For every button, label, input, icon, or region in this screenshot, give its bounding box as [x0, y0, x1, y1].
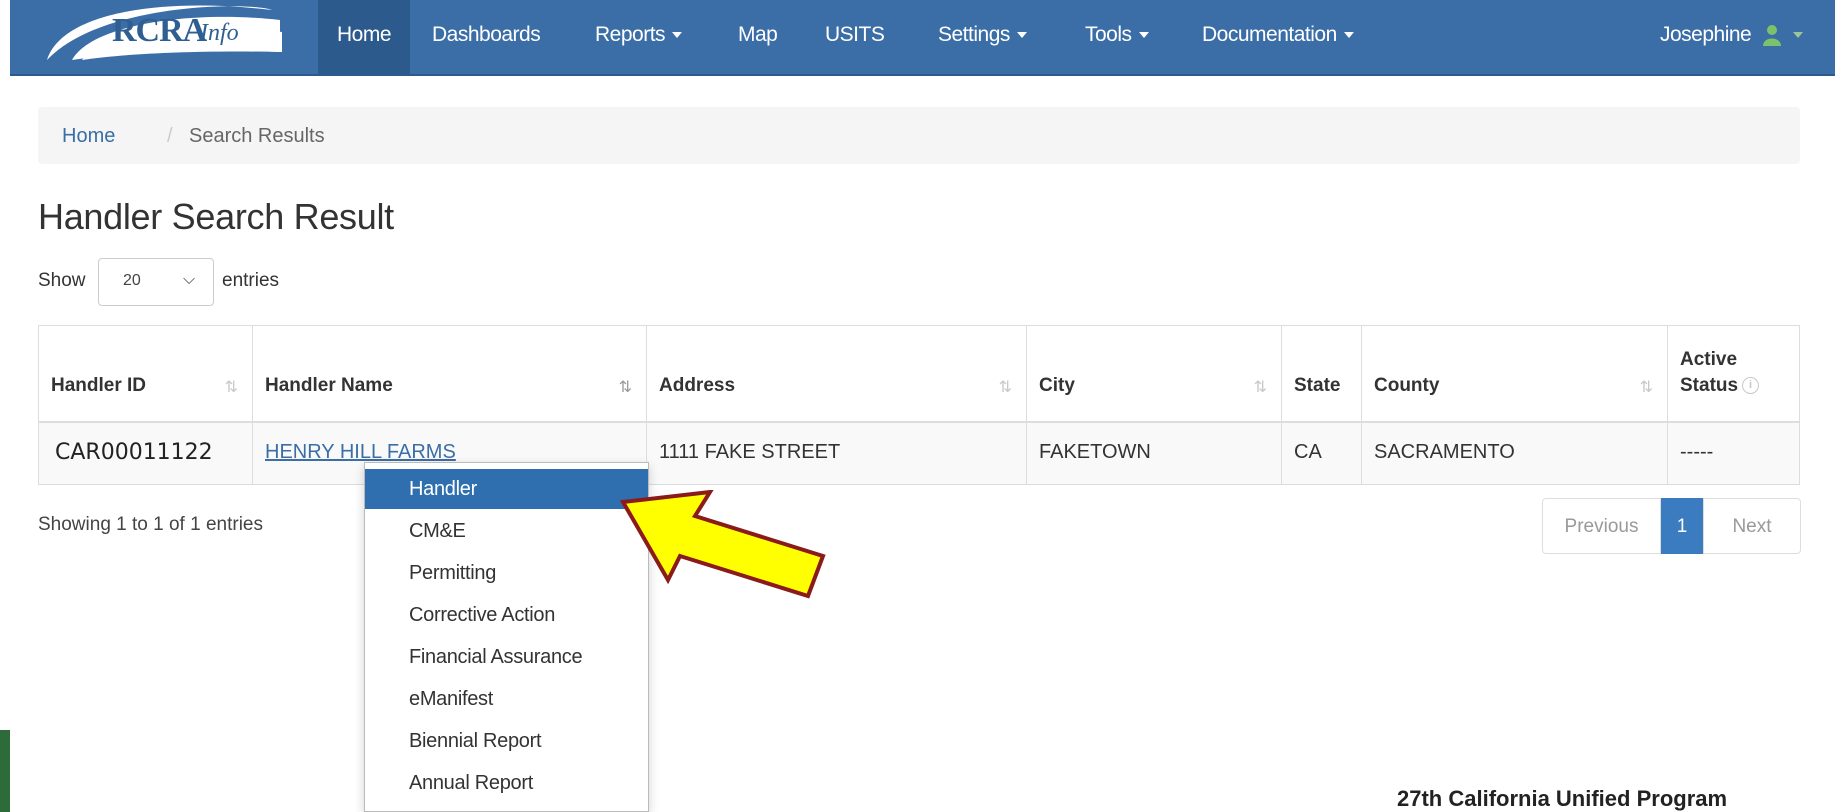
cell-active-status: ----- [1668, 423, 1799, 484]
nav-settings-label: Settings [938, 23, 1010, 46]
handler-results-table: Handler ID ⇅ Handler Name ⇅ Address ⇅ Ci… [38, 325, 1800, 485]
header-line: Status [1680, 375, 1739, 396]
table-info: Showing 1 to 1 of 1 entries [38, 514, 263, 535]
nav-reports[interactable]: Reports [595, 0, 683, 74]
cell-handler-id: CAR00011122 [39, 423, 253, 484]
user-menu[interactable]: Josephine [1660, 0, 1803, 74]
menu-item-financial-assurance[interactable]: Financial Assurance [365, 637, 648, 677]
header-line: Active [1680, 349, 1738, 370]
footer-caption: 27th California Unified Program [1397, 786, 1728, 811]
column-header-state[interactable]: State [1282, 326, 1362, 423]
nav-home[interactable]: Home [318, 0, 410, 74]
chevron-down-icon: ⌵ [183, 271, 196, 288]
nav-map[interactable]: Map [738, 0, 778, 74]
logo-suffix-text: Info [200, 20, 239, 46]
info-icon[interactable]: i [1742, 377, 1760, 395]
menu-item-annual-report[interactable]: Annual Report [365, 763, 648, 803]
column-header-active-status[interactable]: Active Status i [1668, 326, 1799, 423]
column-header-city[interactable]: City ⇅ [1027, 326, 1282, 423]
state-value: CA [1294, 441, 1322, 463]
handler-id-value: CAR00011122 [55, 440, 213, 465]
nav-settings[interactable]: Settings [938, 0, 1027, 74]
chevron-down-icon [1792, 32, 1803, 39]
column-header-handler-name[interactable]: Handler Name ⇅ [253, 326, 647, 423]
user-icon [1762, 25, 1781, 47]
cell-address: 1111 FAKE STREET [647, 423, 1027, 484]
cell-city: FAKETOWN [1027, 423, 1282, 484]
breadcrumb-current: Search Results [189, 125, 325, 147]
active-status-value: ----- [1680, 441, 1714, 463]
column-header-county[interactable]: County ⇅ [1362, 326, 1668, 423]
sort-icon: ⇅ [1639, 379, 1653, 396]
chevron-down-icon [1343, 32, 1354, 39]
sort-icon: ⇅ [1253, 379, 1267, 396]
breadcrumb-separator: / [167, 125, 173, 147]
menu-item-permitting[interactable]: Permitting [365, 553, 648, 593]
cell-state: CA [1282, 423, 1362, 484]
column-header-label: City [1039, 375, 1075, 396]
nav-usits[interactable]: USITS [825, 0, 885, 74]
next-page-button[interactable]: Next [1703, 498, 1801, 554]
chevron-down-icon [1016, 32, 1027, 39]
entries-select-value: 20 [123, 272, 141, 289]
city-value: FAKETOWN [1039, 441, 1151, 463]
menu-item-handler[interactable]: Handler [365, 469, 648, 509]
handler-context-menu: Handler CM&E Permitting Corrective Actio… [364, 462, 649, 812]
menu-item-corrective-action[interactable]: Corrective Action [365, 595, 648, 635]
breadcrumb: Home / Search Results [38, 107, 1800, 164]
previous-page-button[interactable]: Previous [1542, 498, 1661, 554]
top-navbar: RCRA Info Home Dashboards Reports Map US… [10, 0, 1835, 76]
entries-per-page-select[interactable]: 20 ⌵ [98, 258, 214, 306]
nav-usits-label: USITS [825, 23, 885, 46]
slide-accent-bar [0, 730, 10, 812]
county-value: SACRAMENTO [1374, 441, 1515, 463]
entries-label: entries [222, 270, 280, 291]
nav-dashboards-label: Dashboards [432, 23, 541, 46]
cell-county: SACRAMENTO [1362, 423, 1668, 484]
menu-item-emanifest[interactable]: eManifest [365, 679, 648, 719]
menu-item-cme[interactable]: CM&E [365, 511, 648, 551]
column-header-label: Active Status i [1680, 347, 1760, 399]
column-header-label: Handler Name [265, 375, 393, 396]
column-header-address[interactable]: Address ⇅ [647, 326, 1027, 423]
chevron-down-icon [1138, 32, 1149, 39]
column-header-label: Address [659, 375, 736, 396]
column-header-label: County [1374, 375, 1440, 396]
chevron-down-icon [672, 32, 683, 39]
page-1-button[interactable]: 1 [1661, 498, 1703, 554]
nav-documentation-label: Documentation [1202, 23, 1337, 46]
logo-main-text: RCRA [112, 12, 207, 49]
rcrainfo-logo[interactable]: RCRA Info [42, 2, 292, 62]
sort-icon: ⇅ [998, 379, 1012, 396]
handler-name-link[interactable]: HENRY HILL FARMS [265, 441, 456, 464]
sort-ascending-icon: ⇅ [618, 379, 632, 396]
user-name: Josephine [1660, 23, 1752, 46]
nav-map-label: Map [738, 23, 778, 46]
column-header-label: State [1294, 375, 1341, 396]
column-header-label: Handler ID [51, 375, 147, 396]
nav-reports-label: Reports [595, 23, 666, 46]
show-label: Show [38, 270, 86, 291]
nav-tools[interactable]: Tools [1085, 0, 1149, 74]
nav-home-label: Home [336, 23, 392, 46]
nav-dashboards[interactable]: Dashboards [432, 0, 541, 74]
sort-icon: ⇅ [224, 379, 238, 396]
nav-documentation[interactable]: Documentation [1202, 0, 1354, 74]
pointer-arrow-icon [620, 490, 826, 599]
nav-tools-label: Tools [1085, 23, 1132, 46]
column-header-handler-id[interactable]: Handler ID ⇅ [39, 326, 253, 423]
address-value: 1111 FAKE STREET [659, 441, 841, 463]
breadcrumb-home-link[interactable]: Home [62, 125, 115, 148]
menu-item-biennial-report[interactable]: Biennial Report [365, 721, 648, 761]
page-title: Handler Search Result [38, 196, 394, 237]
